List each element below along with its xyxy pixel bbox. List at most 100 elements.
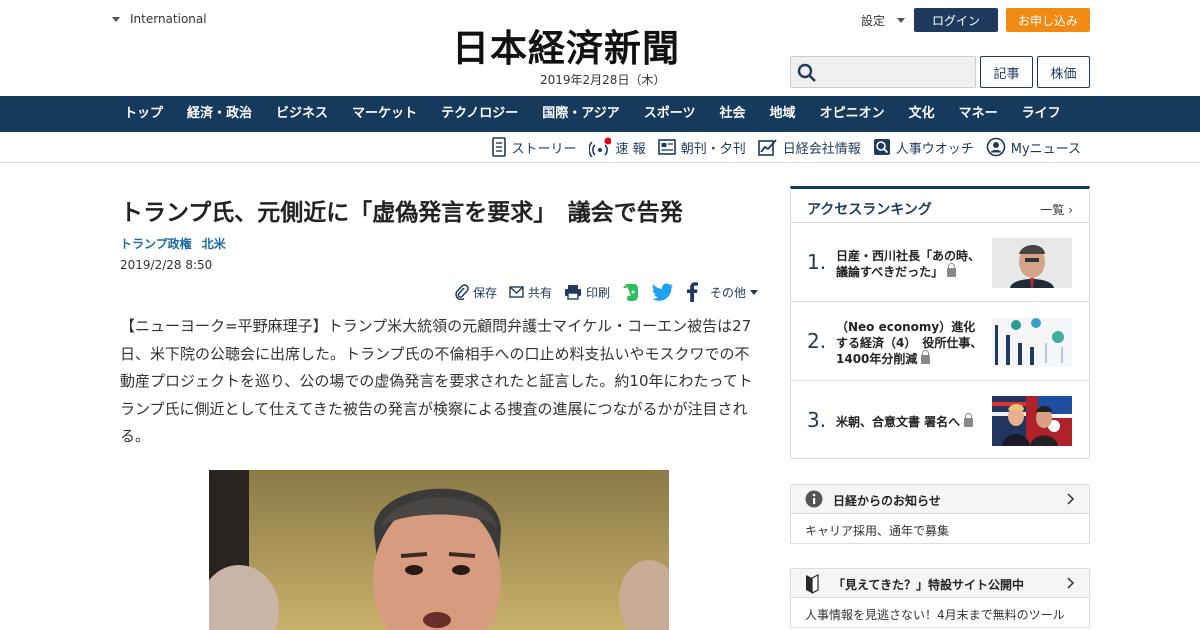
ranking-item[interactable]: 1. 日産・西川社長「あの時、議論すべきだった」	[791, 224, 1089, 302]
notice-title: 日経からのお知らせ	[833, 494, 941, 508]
search-icon	[797, 63, 816, 82]
edition-label: International	[130, 12, 207, 26]
subnav-label: 朝刊・夕刊	[680, 141, 746, 157]
twitter-icon[interactable]	[652, 283, 674, 301]
site-logo[interactable]: 日本経済新聞	[452, 26, 680, 70]
printer-icon	[565, 285, 582, 300]
header-date: 2019年2月28日（木）	[540, 73, 666, 87]
nav-item[interactable]: マネー	[947, 96, 1010, 132]
nav-item[interactable]: ビジネス	[264, 96, 340, 132]
evernote-icon[interactable]	[622, 282, 640, 302]
login-button[interactable]: ログイン	[914, 8, 998, 32]
subnav-personnel-watch[interactable]: 人事ウオッチ	[873, 136, 974, 158]
settings-menu[interactable]: 設定	[861, 12, 906, 29]
ranking-item[interactable]: 3. 米朝、合意文書 署名へ	[791, 382, 1089, 460]
subnav-story[interactable]: ストーリー	[491, 136, 577, 158]
article-search-button[interactable]: 記事	[980, 56, 1033, 88]
article-photo	[209, 470, 669, 630]
nav-item[interactable]: 国際・アジア	[530, 96, 631, 132]
subnav-label: Myニュース	[1010, 141, 1081, 157]
promo-box[interactable]: 「見えてきた？」特設サイト公開中 人事情報を見逃さない！4月末まで無料のツール	[790, 568, 1090, 628]
chevron-right-icon: ›	[1068, 203, 1073, 217]
settings-label: 設定	[861, 14, 886, 28]
share-label: 共有	[528, 285, 553, 300]
beginner-mark-icon	[806, 574, 819, 594]
rank-thumbnail	[992, 317, 1072, 367]
breaking-news-icon	[588, 137, 611, 157]
nav-item[interactable]: ライフ	[1010, 96, 1073, 132]
rank-number: 2.	[807, 329, 827, 353]
mail-icon	[509, 286, 524, 298]
subscribe-button[interactable]: お申し込み	[1006, 8, 1090, 32]
nav-item[interactable]: スポーツ	[632, 96, 708, 132]
lock-icon	[964, 413, 974, 427]
article-title: トランプ氏、元側近に「虚偽発言を要求」 議会で告発	[120, 200, 683, 226]
subnav-label: 日経会社情報	[782, 141, 861, 157]
nav-item[interactable]: 社会	[708, 96, 758, 132]
tag-link[interactable]: トランプ政権	[120, 235, 192, 252]
subnav-my-news[interactable]: Myニュース	[986, 136, 1081, 158]
caret-down-icon	[112, 16, 120, 22]
caret-down-icon	[897, 18, 906, 23]
sub-nav: ストーリー 速 報 朝刊・夕刊 日経会社情報 人事ウオッチ Myニュース	[0, 132, 1200, 163]
subnav-label: 速 報	[615, 141, 646, 157]
rank-text: （Neo economy）進化する経済（4） 役所仕事、1400年分削減	[836, 320, 983, 366]
lock-icon	[921, 350, 931, 364]
newspaper-icon	[657, 139, 676, 155]
rank-text: 日産・西川社長「あの時、議論すべきだった」	[836, 249, 981, 279]
article-toolbar: 保存 共有 印刷 その他	[455, 282, 759, 302]
caret-down-icon	[750, 289, 759, 295]
site-header: International 日本経済新聞 2019年2月28日（木） 設定 ログ…	[0, 0, 1200, 96]
company-chart-icon	[757, 139, 777, 156]
nav-item[interactable]: マーケット	[340, 96, 429, 132]
print-label: 印刷	[586, 285, 611, 300]
chevron-right-icon	[1067, 493, 1075, 505]
subnav-newspaper[interactable]: 朝刊・夕刊	[657, 136, 746, 158]
chevron-right-icon	[1067, 577, 1075, 589]
article-date: 2019/2/28 8:50	[120, 258, 213, 272]
promo-body: 人事情報を見逃さない！4月末まで無料のツール	[805, 608, 1065, 622]
share-button[interactable]: 共有	[509, 284, 552, 301]
rank-number: 3.	[807, 408, 827, 432]
edition-selector[interactable]: International	[112, 12, 207, 26]
access-ranking: アクセスランキング 一覧 › 1. 日産・西川社長「あの時、議論すべきだった」 …	[790, 186, 1090, 459]
nav-item[interactable]: テクノロジー	[429, 96, 530, 132]
print-button[interactable]: 印刷	[564, 284, 610, 301]
nav-item[interactable]: 文化	[897, 96, 947, 132]
search-person-icon	[873, 139, 890, 155]
article-tags: トランプ政権 北米	[120, 235, 226, 252]
rank-thumbnail	[992, 238, 1072, 288]
user-icon	[986, 137, 1006, 157]
more-label: その他	[710, 285, 747, 300]
story-icon	[491, 137, 506, 157]
nav-item[interactable]: トップ	[112, 96, 175, 132]
subnav-company-info[interactable]: 日経会社情報	[757, 136, 861, 158]
stock-search-button[interactable]: 株価	[1037, 56, 1090, 88]
subnav-label: ストーリー	[511, 141, 577, 157]
notice-body: キャリア採用、通年で募集	[805, 524, 950, 538]
nav-item[interactable]: 経済・政治	[175, 96, 264, 132]
rank-number: 1.	[807, 250, 827, 274]
search-input[interactable]	[790, 56, 976, 88]
article-body: 【ニューヨーク=平野麻理子】トランプ米大統領の元顧問弁護士マイケル・コーエン被告…	[120, 317, 753, 445]
rank-text: 米朝、合意文書 署名へ	[836, 413, 984, 430]
main-nav: トップ 経済・政治 ビジネス マーケット テクノロジー 国際・アジア スポーツ 社会 地域 オピニ…	[0, 96, 1200, 132]
save-label: 保存	[473, 285, 498, 300]
ranking-title: アクセスランキング	[807, 202, 932, 218]
ranking-item[interactable]: 2. （Neo economy）進化する経済（4） 役所仕事、1400年分削減	[791, 303, 1089, 381]
subnav-breaking-news[interactable]: 速 報	[588, 136, 646, 158]
ranking-more-link[interactable]: 一覧 ›	[1040, 201, 1073, 218]
nav-item[interactable]: オピニオン	[808, 96, 897, 132]
ranking-header: アクセスランキング 一覧 ›	[791, 189, 1089, 223]
more-menu[interactable]: その他	[710, 284, 759, 301]
facebook-icon[interactable]	[686, 282, 699, 302]
nikkei-notice[interactable]: 日経からのお知らせ キャリア採用、通年で募集	[790, 484, 1090, 544]
lock-icon	[947, 263, 957, 277]
promo-title: 「見えてきた？」特設サイト公開中	[833, 578, 1025, 592]
paperclip-icon	[455, 284, 469, 300]
nav-item[interactable]: 地域	[758, 96, 808, 132]
tag-link[interactable]: 北米	[202, 235, 226, 252]
info-icon	[805, 490, 823, 508]
save-button[interactable]: 保存	[455, 284, 497, 301]
rank-thumbnail	[992, 396, 1072, 446]
